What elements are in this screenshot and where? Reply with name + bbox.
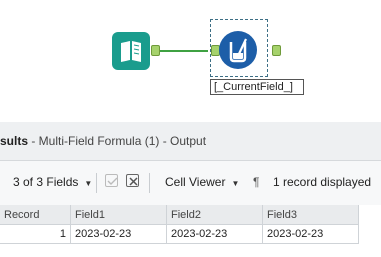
book-icon [121,41,141,62]
column-header-field2[interactable]: Field2 [167,205,263,225]
toolbar-divider [96,173,97,193]
connection-line[interactable] [160,50,208,52]
table-cell-field2[interactable]: 2023-02-23 [167,225,263,244]
results-title-bar: sults - Multi-Field Formula (1) - Output [0,122,381,161]
clear-filter-icon[interactable] [126,174,139,187]
record-count-status: 1 record displayed [273,175,372,189]
column-header-record[interactable]: Record [0,205,71,225]
cell-viewer-label: Cell Viewer [165,175,226,189]
workflow-canvas[interactable]: [_CurrentField_] [0,0,381,122]
results-title-text: - Multi-Field Formula (1) - Output [28,134,207,148]
toolbar-divider [149,173,150,193]
pilcrow-icon[interactable]: ¶ [253,175,259,189]
beaker-icon [229,38,247,63]
results-panel: sults - Multi-Field Formula (1) - Output… [0,122,381,257]
results-toolbar: 3 of 3 Fields ▼ Cell Viewer ▼ ¶ 1 record d… [0,161,381,205]
fields-dropdown[interactable]: 3 of 3 Fields ▼ [13,175,92,189]
cell-viewer-dropdown[interactable]: Cell Viewer ▼ [165,175,239,189]
results-title-prefix: sults [0,134,29,148]
multi-field-formula-tool[interactable] [219,31,257,69]
input-data-tool[interactable] [112,32,150,70]
table-row-record-number[interactable]: 1 [0,225,71,244]
chevron-down-icon: ▼ [231,179,240,188]
fields-dropdown-label: 3 of 3 Fields [13,175,79,189]
column-header-field1[interactable]: Field1 [71,205,167,225]
checkbox-icon[interactable] [105,174,118,187]
formula-tool-output-anchor[interactable] [272,45,281,56]
table-cell-field1[interactable]: 2023-02-23 [71,225,167,244]
formula-tool-annotation: [_CurrentField_] [210,79,304,95]
column-header-field3[interactable]: Field3 [263,205,359,225]
chevron-down-icon: ▼ [84,179,93,188]
table-cell-field3[interactable]: 2023-02-23 [263,225,359,244]
results-grid: Record Field1 Field2 Field3 1 2023-02-23… [0,205,381,257]
input-tool-output-anchor[interactable] [151,45,160,56]
